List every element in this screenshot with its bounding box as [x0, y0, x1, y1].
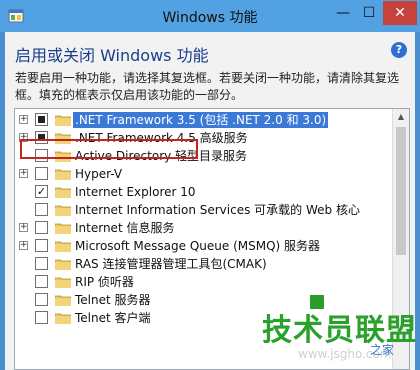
annotation-highlight-box	[20, 139, 198, 159]
feature-label: .NET Framework 3.5 (包括 .NET 2.0 和 3.0)	[73, 112, 329, 128]
page-title: 启用或关闭 Windows 功能	[15, 46, 209, 65]
feature-label: Hyper-V	[75, 167, 123, 181]
folder-icon	[55, 187, 71, 198]
feature-row[interactable]: ✓ Internet Explorer 10	[15, 183, 393, 201]
folder-icon	[55, 259, 71, 270]
feature-checkbox[interactable]: ✓	[35, 185, 48, 198]
feature-checkbox[interactable]	[35, 311, 48, 324]
minimize-button[interactable]: —	[330, 1, 356, 25]
scrollbar-thumb[interactable]	[396, 127, 406, 255]
feature-label: Telnet 服务器	[75, 293, 151, 307]
feature-checkbox[interactable]	[35, 293, 48, 306]
description-text: 若要启用一种功能，请选择其复选框。若要关闭一种功能，请清除其复选框。填充的框表示…	[15, 71, 400, 102]
scroll-up-arrow-icon[interactable]: ▲	[393, 109, 409, 125]
feature-checkbox[interactable]	[35, 275, 48, 288]
title-bar[interactable]: Windows 功能 — ☐ ✕	[0, 0, 420, 32]
folder-icon	[55, 295, 71, 306]
maximize-button[interactable]: ☐	[356, 1, 382, 25]
folder-icon	[55, 115, 71, 126]
close-button[interactable]: ✕	[383, 1, 417, 25]
feature-label: Microsoft Message Queue (MSMQ) 服务器	[75, 239, 321, 253]
feature-checkbox[interactable]	[35, 239, 48, 252]
expand-plus-icon[interactable]: +	[19, 115, 28, 124]
feature-label: RAS 连接管理器管理工具包(CMAK)	[75, 257, 267, 271]
feature-row[interactable]: + Microsoft Message Queue (MSMQ) 服务器	[15, 237, 393, 255]
expand-plus-icon[interactable]: +	[19, 169, 28, 178]
feature-row[interactable]: + .NET Framework 3.5 (包括 .NET 2.0 和 3.0)	[15, 111, 393, 129]
feature-label: Internet Explorer 10	[75, 185, 196, 199]
folder-icon	[55, 223, 71, 234]
feature-row[interactable]: + Hyper-V	[15, 165, 393, 183]
folder-icon	[55, 169, 71, 180]
expand-plus-icon[interactable]: +	[19, 223, 28, 232]
feature-checkbox[interactable]	[35, 113, 48, 126]
folder-icon	[55, 277, 71, 288]
folder-icon	[55, 241, 71, 252]
feature-checkbox[interactable]	[35, 203, 48, 216]
watermark-subtitle: 之家	[370, 343, 395, 357]
feature-label: Internet Information Services 可承载的 Web 核…	[75, 203, 360, 217]
feature-row[interactable]: Internet Information Services 可承载的 Web 核…	[15, 201, 393, 219]
feature-checkbox[interactable]	[35, 257, 48, 270]
feature-checkbox[interactable]	[35, 221, 48, 234]
feature-row[interactable]: + Internet 信息服务	[15, 219, 393, 237]
feature-checkbox[interactable]	[35, 167, 48, 180]
folder-icon	[55, 205, 71, 216]
folder-icon	[55, 313, 71, 324]
feature-label: Internet 信息服务	[75, 221, 175, 235]
expand-plus-icon[interactable]: +	[19, 241, 28, 250]
feature-label: Telnet 客户端	[75, 311, 151, 325]
feature-row[interactable]: RIP 侦听器	[15, 273, 393, 291]
site-watermark: 技术员联盟 www.jsgho.com 之家	[262, 293, 418, 368]
feature-label: RIP 侦听器	[75, 275, 134, 289]
feature-row[interactable]: RAS 连接管理器管理工具包(CMAK)	[15, 255, 393, 273]
help-icon[interactable]: ?	[391, 42, 407, 58]
